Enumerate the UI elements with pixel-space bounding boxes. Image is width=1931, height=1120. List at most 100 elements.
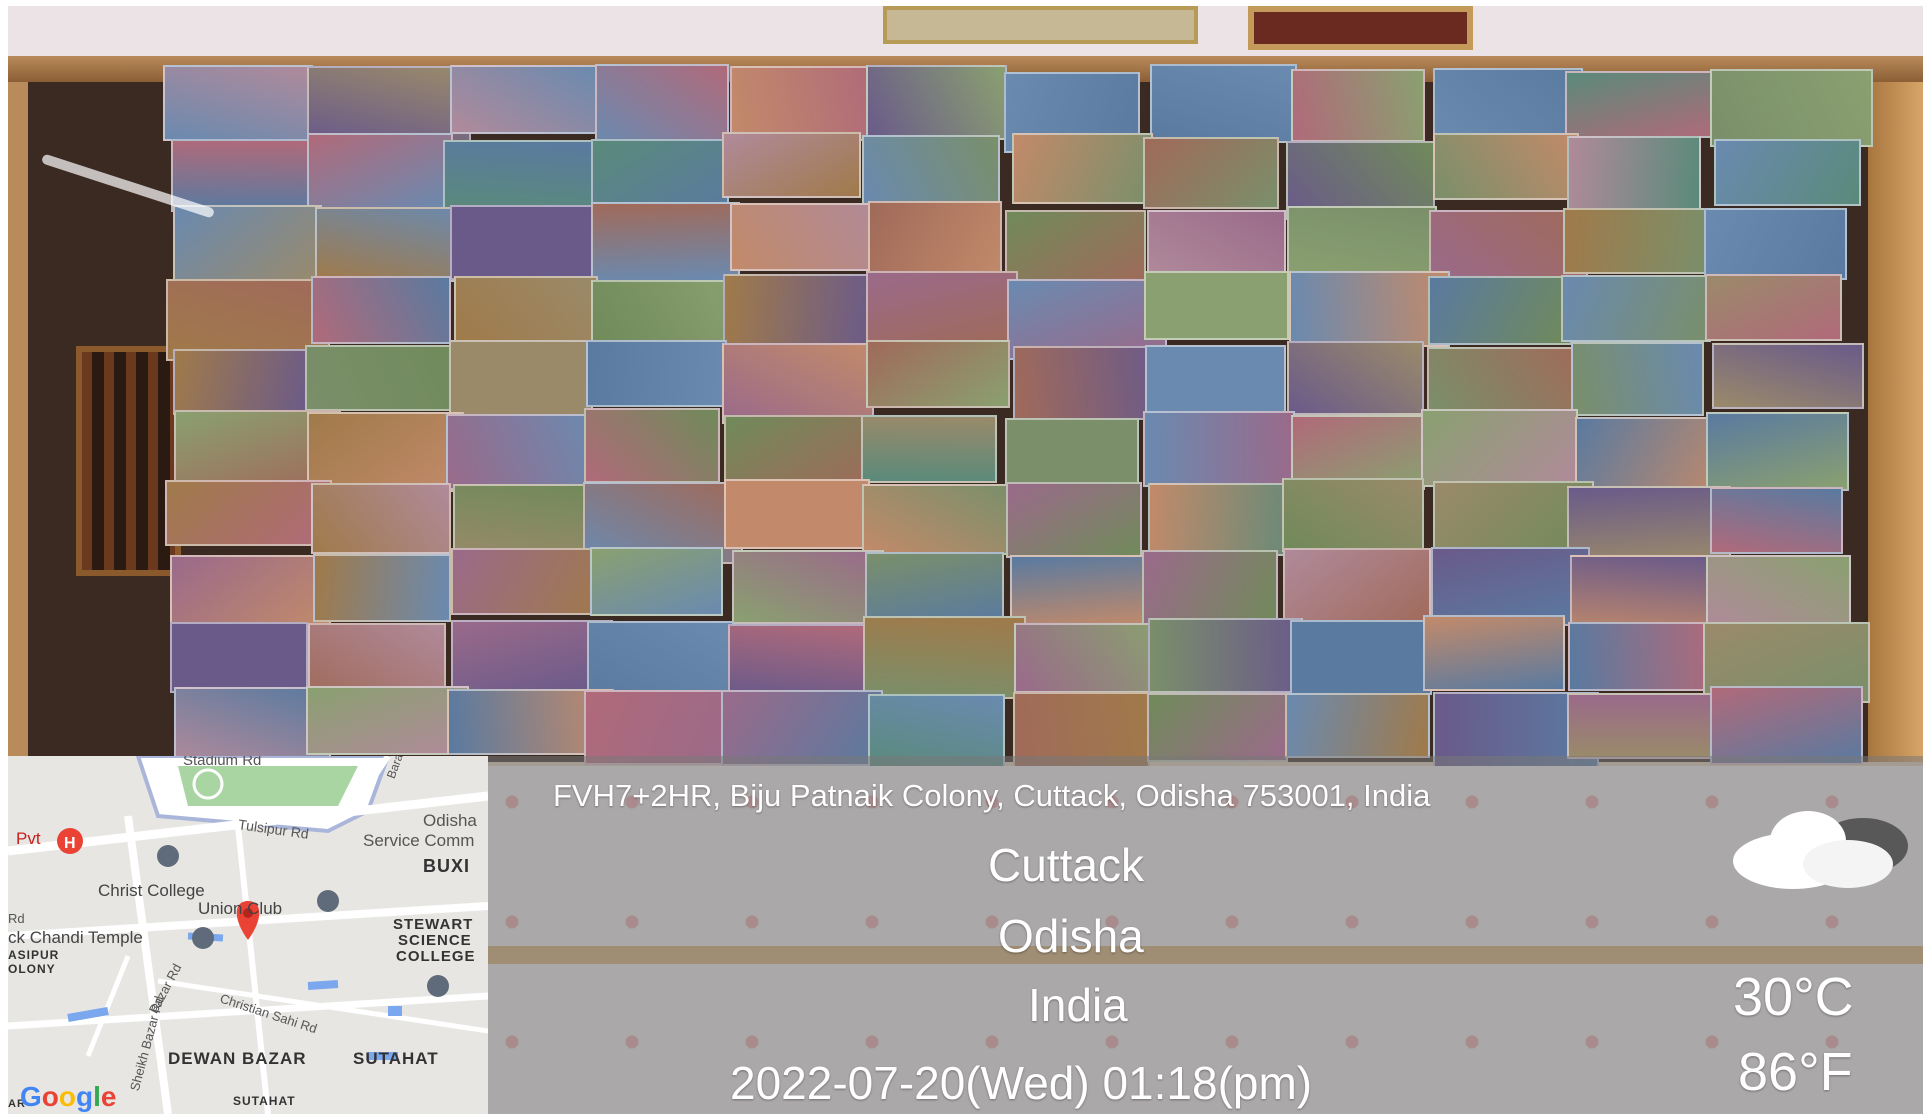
collage-photo (1561, 274, 1712, 342)
map-label-pvt: Pvt (16, 829, 41, 848)
collage-photo (165, 480, 332, 546)
cabinet-right-post (1868, 82, 1923, 762)
map-label-chandi-temple: ck Chandi Temple (8, 928, 143, 947)
collage-photo (1709, 685, 1864, 765)
collage-photo (1286, 341, 1424, 416)
collage-photo (1144, 270, 1290, 341)
collage-photo (583, 690, 740, 765)
collage-photo (1142, 136, 1279, 210)
collage-photo (1013, 345, 1163, 421)
collage-photo (451, 547, 608, 615)
collage-photo (1142, 410, 1296, 487)
collage-photo (722, 273, 876, 350)
collage-photo (584, 408, 721, 483)
map-label-sutahat-small: SUTAHAT (233, 1094, 296, 1108)
collage-photo (170, 555, 331, 626)
location-map: H Stadium Rd Barab Tulsipur Rd Odisha Se… (8, 756, 488, 1114)
collage-photo (1290, 69, 1426, 143)
collage-photo (1422, 615, 1565, 692)
collage-photo (594, 64, 730, 146)
framed-picture-left (883, 6, 1198, 44)
collage-photo (1566, 485, 1732, 564)
temperature-celsius: 30°C (1733, 967, 1854, 1027)
collage-photo (305, 345, 471, 412)
collage-photo (865, 340, 1011, 408)
collage-photo (724, 478, 870, 549)
city-text: Cuttack (988, 839, 1144, 891)
collage-photo (445, 414, 599, 491)
collage-photo (1705, 274, 1842, 342)
cabinet-left-post (8, 82, 28, 762)
collage-photo (450, 64, 601, 135)
collage-photo (1433, 132, 1579, 200)
map-label-buxi: BUXI (423, 856, 471, 876)
collage-photo (169, 622, 308, 693)
collage-photo (1005, 210, 1147, 289)
collage-photo (1427, 346, 1586, 414)
collage-photo (1286, 206, 1437, 276)
collage-photo (310, 482, 452, 555)
collage-photo (1709, 486, 1844, 554)
partly-cloudy-icon (1733, 811, 1908, 889)
collage-photo (730, 65, 879, 141)
map-label-odisha: Odisha (423, 811, 477, 830)
collage-photo (1005, 482, 1142, 558)
collage-photo (1428, 275, 1573, 346)
collage-photo (1010, 554, 1156, 628)
collage-photo (1562, 208, 1710, 275)
collage-photo (1709, 68, 1874, 147)
country-text: India (1028, 979, 1128, 1031)
temperature-fahrenheit: 86°F (1738, 1042, 1853, 1102)
collage-photo (722, 342, 874, 425)
collage-photo (1284, 692, 1430, 759)
map-label-service-comm: Service Comm (363, 831, 475, 850)
collage-photo (1281, 478, 1424, 553)
google-logo: Google (20, 1081, 117, 1112)
collage-photo (589, 547, 723, 617)
map-label-rd: Rd (8, 911, 25, 926)
collage-photo (1150, 64, 1298, 144)
map-label-science: SCIENCE (398, 932, 472, 949)
collage-photo (731, 549, 885, 624)
collage-photo (1283, 547, 1432, 630)
collage-photo (172, 348, 312, 415)
collage-photo (453, 276, 599, 345)
collage-photo (1005, 417, 1139, 487)
map-label-olony: OLONY (8, 962, 56, 976)
hospital-pin-icon: H (57, 828, 83, 854)
collage-photo (861, 415, 998, 484)
map-label-dewan-bazar: DEWAN BAZAR (168, 1049, 307, 1068)
collage-photo (162, 65, 313, 141)
map-label-sutahat: SUTAHAT (353, 1049, 439, 1068)
collage-photo (866, 270, 1018, 347)
collage-photo (307, 132, 453, 209)
collage-photo (449, 340, 593, 423)
collage-photo (1014, 622, 1164, 694)
collage-photo (305, 685, 470, 756)
map-label-college: COLLEGE (396, 948, 476, 965)
collage-photo (1712, 343, 1865, 410)
collage-photo (1290, 620, 1432, 696)
map-label-stewart: STEWART (393, 916, 474, 933)
collage-photo (1705, 411, 1850, 492)
photo-frame: H Stadium Rd Barab Tulsipur Rd Odisha Se… (8, 6, 1923, 1114)
collage-photo (306, 65, 471, 142)
collage-photo (590, 279, 745, 348)
collage-photo (1704, 208, 1847, 280)
collage-photo (1432, 67, 1584, 141)
address-text: FVH7+2HR, Biju Patnaik Colony, Cuttack, … (553, 778, 1431, 813)
collage-photo (727, 624, 878, 698)
collage-photo (863, 616, 1026, 699)
datetime-text: 2022-07-20(Wed) 01:18(pm) (730, 1057, 1313, 1109)
collage-photo (1705, 554, 1851, 631)
collage-photo (1564, 70, 1724, 139)
collage-photo (442, 139, 597, 214)
map-label-christ-college: Christ College (98, 881, 205, 900)
map-label-asipur: ASIPUR (8, 948, 60, 962)
collage-photo (173, 205, 323, 288)
state-text: Odisha (998, 910, 1144, 962)
map-label-stadium-rd: Stadium Rd (183, 756, 262, 769)
collage-photo (1567, 622, 1717, 691)
collage-photo (721, 690, 884, 766)
collage-photo (1146, 692, 1288, 763)
